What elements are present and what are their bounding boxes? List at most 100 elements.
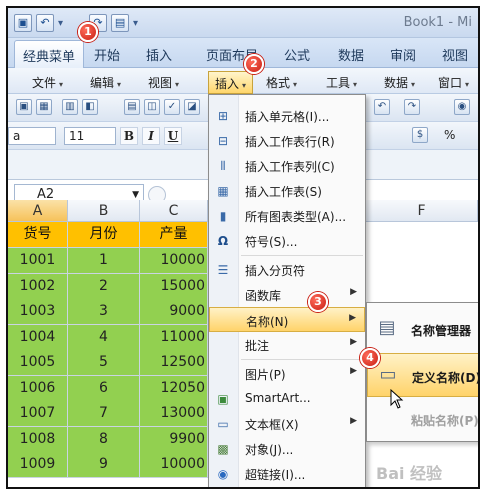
hyperlink-icon[interactable]: ◉ [454,99,470,115]
header-cell-output[interactable]: 产量 [140,222,208,248]
send-icon[interactable]: ◧ [82,99,98,115]
cell-output[interactable]: 12050 [140,375,208,402]
percent-button[interactable]: % [444,128,455,142]
currency-icon[interactable]: $ [412,127,428,143]
menu-item-object[interactable]: ▩ 对象(J)... [209,436,365,461]
cell-month[interactable]: 1 [68,248,140,274]
menu-item-label: 函数库 [245,289,282,303]
cell-month[interactable]: 4 [68,324,140,351]
cell-month[interactable]: 7 [68,401,140,427]
cell-output[interactable]: 9900 [140,426,208,453]
submenu-item-name-manager[interactable]: ▤ 名称管理器 [367,307,478,351]
menu-item-function-library[interactable]: 函数库 ▶ [209,282,365,307]
tab-data[interactable]: 数据 [338,45,364,64]
app-window: ▣ ↶ ▾ ↷ ▤ ▾ Book1 - Mi 经典菜单 开始 插入 页面布局 公… [6,6,480,489]
cell-item-no[interactable]: 1003 [8,299,68,325]
cell-output[interactable]: 15000 [140,273,208,300]
undo-icon[interactable]: ↶ [374,99,390,115]
menu-data[interactable]: 数据 ▾ [384,74,415,91]
menu-item-name[interactable]: 名称(N) ▶ [209,307,365,332]
tab-view[interactable]: 视图 [442,45,468,64]
menu-item-page-break[interactable]: ☰ 插入分页符 [209,257,365,282]
save-icon[interactable]: ▣ [14,14,32,32]
underline-button[interactable]: U [164,127,182,145]
step-badge-1: 1 [78,22,98,42]
menu-view[interactable]: 视图 ▾ [148,74,179,91]
menu-file[interactable]: 文件 ▾ [32,74,63,91]
menu-item-insert-cells[interactable]: ⊞ 插入单元格(I)... [209,103,365,128]
cell-output[interactable]: 13000 [140,401,208,427]
menu-item-insert-column[interactable]: ⫴ 插入工作表列(C) [209,153,365,178]
submenu-item-paste-name[interactable]: 粘贴名称(P)... [367,397,478,441]
cell-month[interactable]: 3 [68,299,140,325]
cell-month[interactable]: 6 [68,375,140,402]
menu-view-label: 视图 [148,76,173,90]
cell-item-no[interactable]: 1001 [8,248,68,274]
menu-format-label: 格式 [266,76,291,90]
bold-button[interactable]: B [120,127,138,145]
menu-insert[interactable]: 插入 ▾ [208,71,254,94]
menu-item-smartart[interactable]: ▣ SmartArt... [209,386,365,411]
cell-item-no[interactable]: 1002 [8,273,68,300]
cell-output[interactable]: 10000 [140,248,208,274]
insert-row-icon: ⊟ [217,134,229,148]
menu-edit[interactable]: 编辑 ▾ [90,74,121,91]
menu-item-insert-row[interactable]: ⊟ 插入工作表行(R) [209,128,365,153]
header-cell-month[interactable]: 月份 [68,222,140,248]
spelling-icon[interactable]: ✓ [164,99,180,115]
cell-item-no[interactable]: 1008 [8,426,68,453]
menu-divider [241,359,363,360]
cell-month[interactable]: 9 [68,452,140,478]
cell-month[interactable]: 8 [68,426,140,453]
menu-item-picture[interactable]: 图片(P) ▶ [209,361,365,386]
redo-icon[interactable]: ↷ [404,99,420,115]
dropdown-arrow-icon[interactable]: ▾ [58,18,63,29]
menu-tools[interactable]: 工具 ▾ [326,74,357,91]
font-name-box[interactable]: a [8,127,56,145]
cell-output[interactable]: 10000 [140,452,208,478]
menu-item-insert-sheet[interactable]: ▦ 插入工作表(S) [209,178,365,203]
menu-item-symbol[interactable]: Ω 符号(S)... [209,228,365,253]
cell-item-no[interactable]: 1005 [8,350,68,376]
menu-item-hyperlink[interactable]: ◉ 超链接(I)... [209,461,365,486]
menu-format[interactable]: 格式 ▾ [266,74,297,91]
research-icon[interactable]: ◪ [184,99,200,115]
print-icon[interactable]: ▤ [124,99,140,115]
menu-item-textbox[interactable]: ▭ 文本框(X) ▶ [209,411,365,436]
tab-formulas[interactable]: 公式 [284,45,310,64]
cell-item-no[interactable]: 1006 [8,375,68,402]
menu-item-label: 插入单元格(I)... [245,110,330,124]
cell-month[interactable]: 2 [68,273,140,300]
tab-insert[interactable]: 插入 [146,45,172,64]
omega-icon: Ω [217,234,229,248]
cell-item-no[interactable]: 1007 [8,401,68,427]
menu-window[interactable]: 窗口 ▾ [438,74,469,91]
submenu-item-define-name[interactable]: ▭ 定义名称(D) [367,353,478,397]
column-header-c[interactable]: C [140,200,208,222]
tab-classic-menu[interactable]: 经典菜单 [14,40,85,68]
column-header-f[interactable]: F [366,200,478,222]
cell-output[interactable]: 12500 [140,350,208,376]
menu-item-comment[interactable]: 批注 ▶ [209,332,365,357]
column-header-b[interactable]: B [68,200,140,222]
menu-item-label: 超链接(I)... [245,468,306,482]
form-icon[interactable]: ▤ [111,14,130,32]
tab-review[interactable]: 审阅 [390,45,416,64]
cell-item-no[interactable]: 1004 [8,324,68,351]
font-size-box[interactable]: 11 [64,127,116,145]
customize-qat-icon[interactable]: ▾ [133,18,138,29]
undo-icon[interactable]: ↶ [36,14,54,32]
italic-button[interactable]: I [142,127,160,145]
column-header-a[interactable]: A [8,200,68,222]
menu-item-all-chart-types[interactable]: ▮ 所有图表类型(A)... [209,203,365,228]
header-cell-item-no[interactable]: 货号 [8,222,68,248]
print-preview-icon[interactable]: ◫ [144,99,160,115]
permission-icon[interactable]: ▦ [36,99,52,115]
cell-output[interactable]: 11000 [140,324,208,351]
cell-month[interactable]: 5 [68,350,140,376]
cell-output[interactable]: 9000 [140,299,208,325]
save-icon[interactable]: ▣ [16,99,32,115]
cell-item-no[interactable]: 1009 [8,452,68,478]
pdf-icon[interactable]: ▥ [62,99,78,115]
tab-home[interactable]: 开始 [94,45,120,64]
